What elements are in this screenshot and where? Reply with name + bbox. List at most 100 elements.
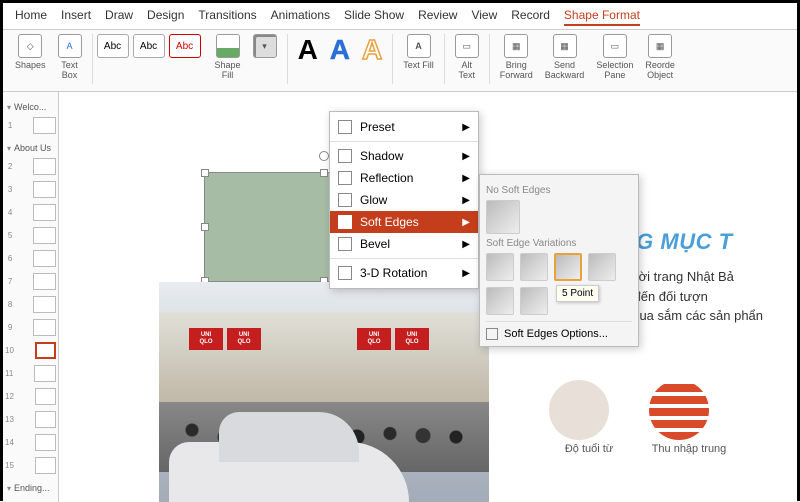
tab-animations[interactable]: Animations	[271, 8, 330, 26]
selection-pane-label: Selection Pane	[596, 61, 633, 81]
send-backward-label: Send Backward	[545, 61, 585, 81]
slide-thumb-8[interactable]	[33, 296, 56, 313]
thumb-num: 8	[5, 300, 12, 309]
slide-thumb-3[interactable]	[33, 181, 56, 198]
soft-edge-variation[interactable]	[486, 287, 514, 315]
resize-handle[interactable]	[201, 223, 209, 231]
soft-edge-variation[interactable]	[520, 287, 548, 315]
resize-handle[interactable]	[320, 169, 328, 177]
menu-reflection[interactable]: Reflection▶	[330, 167, 478, 189]
shape-fill-label: Shape Fill	[215, 61, 241, 81]
soft-edges-options[interactable]: Soft Edges Options...	[486, 321, 632, 340]
shape-fill-button[interactable]: Shape Fill	[215, 34, 241, 81]
soft-edge-variation[interactable]	[486, 253, 514, 281]
slide-thumb-6[interactable]	[33, 250, 56, 267]
soft-edges-submenu: No Soft Edges Soft Edge Variations 5 Poi…	[479, 174, 639, 347]
shape-effects-button[interactable]: ▾	[253, 34, 277, 61]
text-box-button[interactable]: A Text Box	[58, 34, 82, 81]
shape-fill-icon	[216, 34, 240, 58]
style-preset-2[interactable]: Abc	[133, 34, 165, 58]
slide-thumb-1[interactable]	[33, 117, 56, 134]
thumb-num: 9	[5, 323, 12, 332]
thumb-num: 15	[5, 461, 14, 470]
reorder-objects-button[interactable]: ▦ Reorde Object	[645, 34, 675, 81]
menu-3d-rotation[interactable]: 3-D Rotation▶	[330, 262, 478, 284]
selection-pane-icon: ▭	[603, 34, 627, 58]
bring-forward-icon: ▦	[504, 34, 528, 58]
tab-slide-show[interactable]: Slide Show	[344, 8, 404, 26]
text-fill-label: Text Fill	[403, 61, 434, 71]
thumb-num: 4	[5, 208, 12, 217]
text-style-orange[interactable]: A	[362, 34, 382, 66]
separator	[92, 34, 93, 84]
section-ending[interactable]: ▾Ending...	[7, 483, 54, 493]
thumb-num: 2	[5, 162, 12, 171]
send-backward-icon: ▦	[553, 34, 577, 58]
menu-soft-edges[interactable]: Soft Edges▶	[330, 211, 478, 233]
slide-thumb-11[interactable]	[34, 365, 56, 382]
style-preset-1[interactable]: Abc	[97, 34, 129, 58]
tab-review[interactable]: Review	[418, 8, 457, 26]
reorder-icon: ▦	[648, 34, 672, 58]
send-backward-button[interactable]: ▦ Send Backward	[545, 34, 585, 81]
section-about-us[interactable]: ▾About Us	[7, 143, 54, 153]
tab-insert[interactable]: Insert	[61, 8, 91, 26]
slide-thumb-4[interactable]	[33, 204, 56, 221]
slide-thumb-10[interactable]	[35, 342, 56, 359]
alt-text-icon: ▭	[455, 34, 479, 58]
text-fill-icon: A	[407, 34, 431, 58]
tab-transitions[interactable]: Transitions	[198, 8, 256, 26]
thumb-num: 1	[5, 121, 12, 130]
no-soft-edges-swatch[interactable]	[486, 200, 520, 234]
section-welco[interactable]: ▾Welco...	[7, 102, 54, 112]
shapes-icon: ◇	[18, 34, 42, 58]
resize-handle[interactable]	[201, 169, 209, 177]
thumb-num: 6	[5, 254, 12, 263]
soft-edge-variation-selected[interactable]	[554, 253, 582, 281]
text-fill-button[interactable]: A Text Fill	[403, 34, 434, 71]
tab-view[interactable]: View	[471, 8, 497, 26]
separator	[444, 34, 445, 84]
rotation-handle[interactable]	[319, 151, 329, 161]
slide-thumb-7[interactable]	[33, 273, 56, 290]
uniqlo-sign: UNIQLO	[357, 328, 391, 350]
menu-preset[interactable]: Preset▶	[330, 116, 478, 138]
tab-design[interactable]: Design	[147, 8, 184, 26]
text-style-black[interactable]: A	[298, 34, 318, 66]
workspace: ▾Welco... 1 ▾About Us 2 3 4 5 6 7 8 9 10…	[3, 92, 797, 502]
uniqlo-sign: UNIQLO	[395, 328, 429, 350]
tooltip: 5 Point	[556, 285, 599, 302]
soft-edge-variation[interactable]	[588, 253, 616, 281]
caption-2: Thu nhập trung	[639, 443, 739, 455]
menu-bevel[interactable]: Bevel▶	[330, 233, 478, 255]
text-style-blue[interactable]: A	[330, 34, 350, 66]
slide-canvas[interactable]: UNIQLO UNIQLO UNIQLO UNIQLO H HƯỚNG Ị TR…	[59, 92, 797, 502]
slide-thumb-9[interactable]	[33, 319, 56, 336]
soft-edge-variation[interactable]	[520, 253, 548, 281]
tab-record[interactable]: Record	[511, 8, 550, 26]
no-soft-edges-header: No Soft Edges	[486, 185, 632, 196]
tab-draw[interactable]: Draw	[105, 8, 133, 26]
slide-thumb-13[interactable]	[35, 411, 56, 428]
selection-pane-button[interactable]: ▭ Selection Pane	[596, 34, 633, 81]
tab-shape-format[interactable]: Shape Format	[564, 8, 640, 26]
tab-home[interactable]: Home	[15, 8, 47, 26]
shape-effects-icon: ▾	[253, 34, 277, 58]
slide-thumb-2[interactable]	[33, 158, 56, 175]
menu-shadow[interactable]: Shadow▶	[330, 145, 478, 167]
separator	[392, 34, 393, 84]
shapes-button[interactable]: ◇ Shapes	[15, 34, 46, 71]
bring-forward-button[interactable]: ▦ Bring Forward	[500, 34, 533, 81]
slide-thumb-15[interactable]	[35, 457, 56, 474]
separator	[287, 34, 288, 84]
style-preset-3[interactable]: Abc	[169, 34, 201, 58]
tab-bar: Home Insert Draw Design Transitions Anim…	[3, 3, 797, 30]
slide-thumb-5[interactable]	[33, 227, 56, 244]
alt-text-button[interactable]: ▭ Alt Text	[455, 34, 479, 81]
text-box-icon: A	[58, 34, 82, 58]
slide-thumb-14[interactable]	[35, 434, 56, 451]
ribbon: ◇ Shapes A Text Box Abc Abc Abc Shape Fi…	[3, 30, 797, 92]
thumb-num: 5	[5, 231, 12, 240]
slide-thumb-12[interactable]	[35, 388, 56, 405]
menu-glow[interactable]: Glow▶	[330, 189, 478, 211]
